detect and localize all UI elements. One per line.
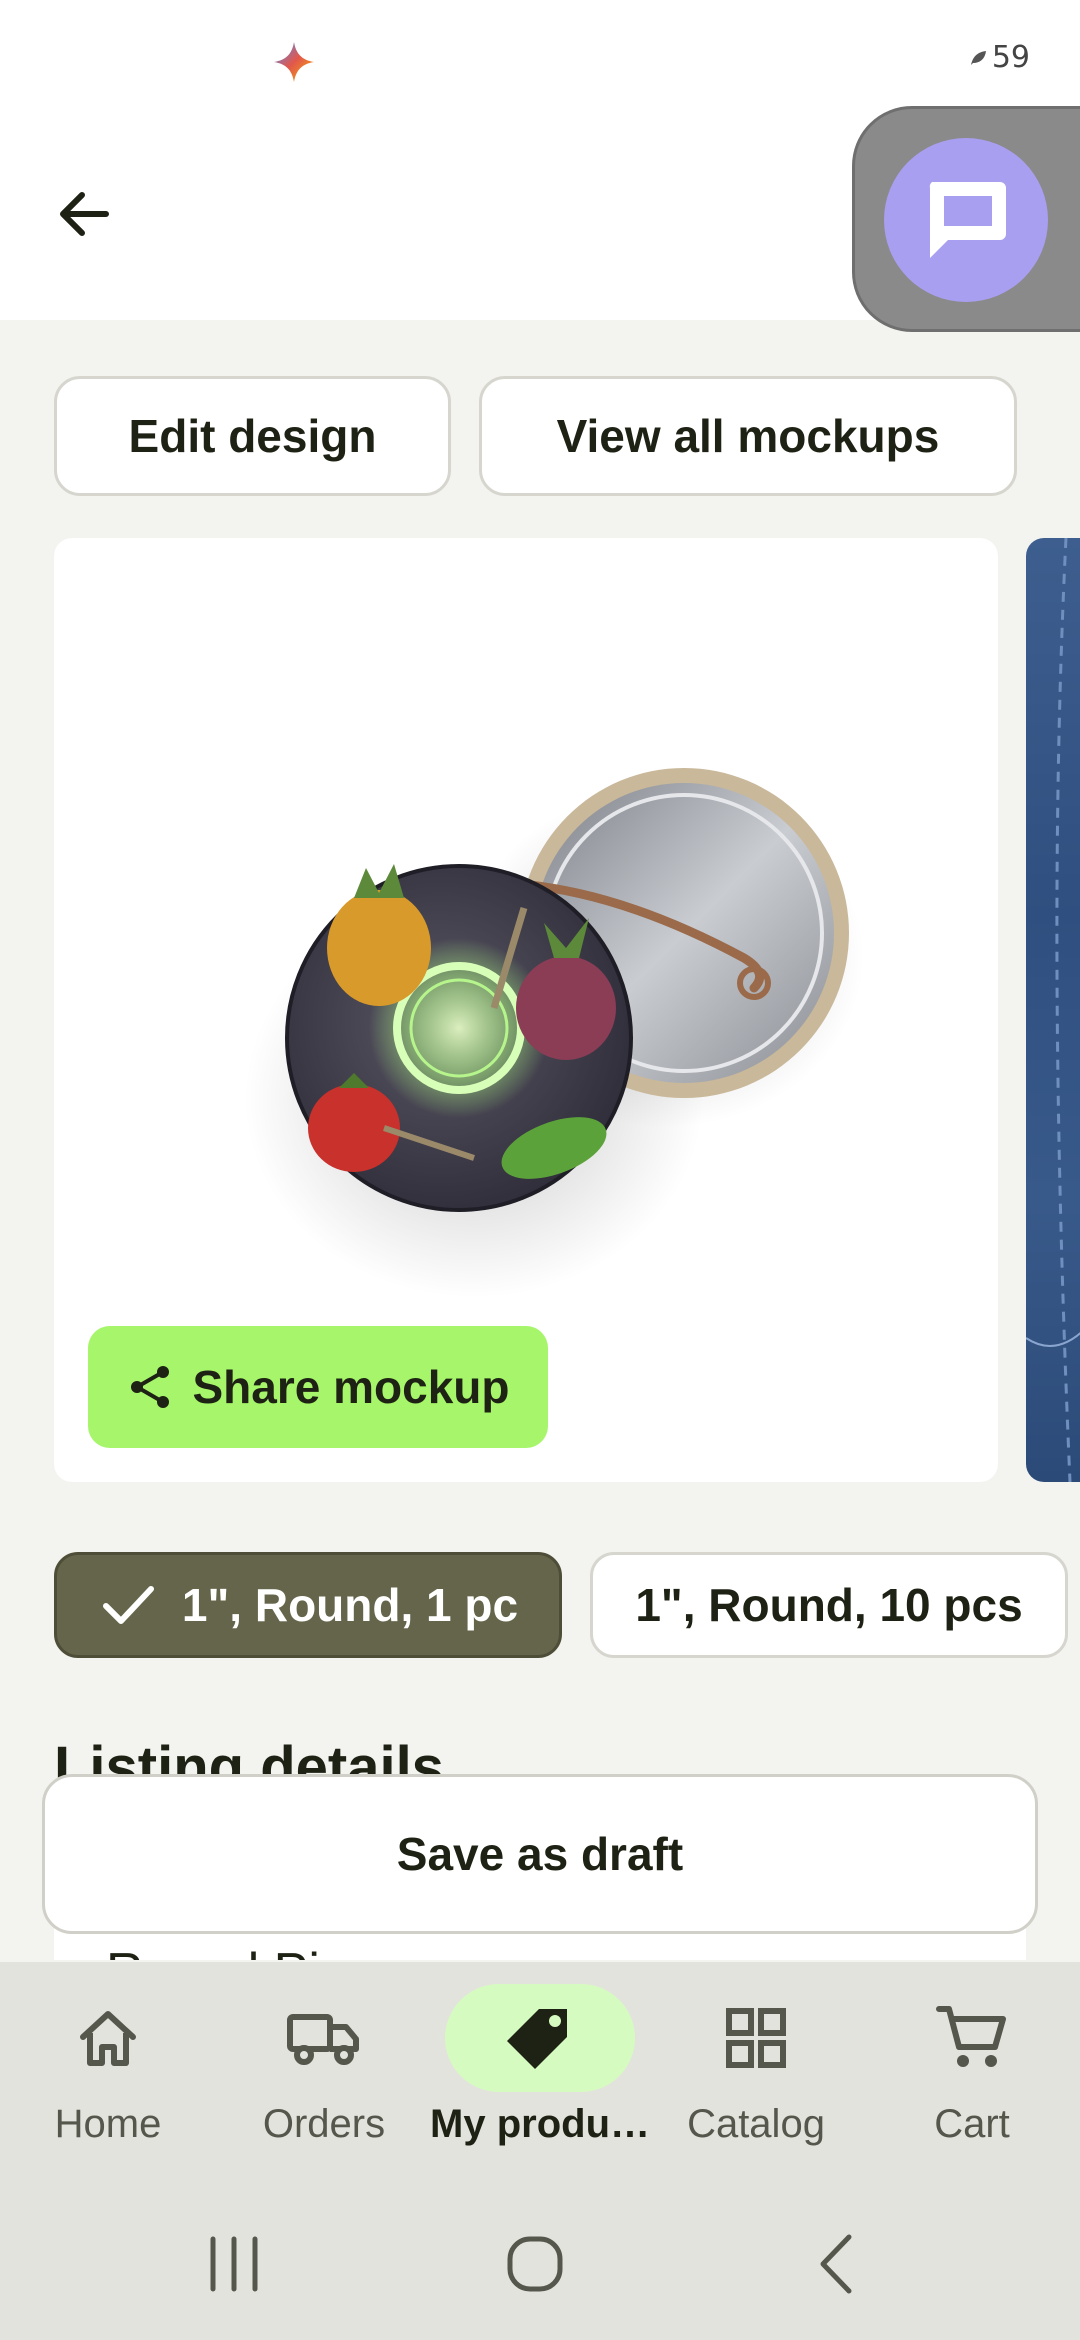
cart-icon — [936, 2006, 1006, 2067]
back-button[interactable] — [40, 170, 128, 258]
battery-level: 59 — [991, 40, 1030, 75]
home-circle-icon — [507, 2236, 563, 2292]
chevron-left-icon — [820, 2234, 852, 2294]
share-icon — [130, 1366, 169, 1408]
listing-field-value: Round Pin — [106, 1942, 349, 1960]
nav-label-cart: Cart — [934, 2102, 1010, 2146]
chat-button[interactable] — [884, 138, 1048, 302]
nav-item-home[interactable]: Home — [0, 1962, 216, 2190]
save-as-draft-button[interactable]: Save as draft — [42, 1774, 1038, 1934]
next-mockup-preview[interactable] — [1026, 538, 1080, 1482]
share-mockup-button[interactable]: Share mockup — [88, 1326, 548, 1448]
nav-label-my-products: My produ… — [430, 2102, 650, 2146]
sparkle-icon — [274, 42, 314, 82]
share-mockup-label: Share mockup — [192, 1361, 510, 1413]
variant-chip-10pcs[interactable]: 1", Round, 10 pcs — [590, 1552, 1068, 1658]
nav-label-catalog: Catalog — [687, 2102, 825, 2146]
recent-apps-icon — [210, 2236, 258, 2292]
tag-icon — [507, 2009, 567, 2069]
status-bar — [0, 0, 1080, 120]
home-system-button[interactable] — [475, 2222, 595, 2306]
system-back-button[interactable] — [778, 2222, 898, 2306]
variant-chip-label: 1", Round, 1 pc — [181, 1579, 519, 1631]
recent-apps-button[interactable] — [174, 2222, 294, 2306]
nav-label-home: Home — [54, 2102, 162, 2146]
checkmark-icon — [102, 1586, 154, 1624]
bottom-navigation: Home Orders My produ… Catalog Cart — [0, 1962, 1080, 2190]
home-icon — [80, 2011, 136, 2066]
listing-details-heading: Listing details — [54, 1735, 444, 1780]
nav-item-catalog[interactable]: Catalog — [648, 1962, 864, 2190]
chat-bubble-icon — [929, 182, 1006, 258]
nav-item-cart[interactable]: Cart — [864, 1962, 1080, 2190]
nav-label-orders: Orders — [262, 2102, 386, 2146]
grid-icon — [726, 2008, 786, 2068]
nav-item-my-products[interactable]: My produ… — [430, 1962, 650, 2190]
leaf-icon — [970, 50, 986, 65]
battery-indicator: 59 — [968, 40, 1030, 75]
arrow-left-icon — [60, 192, 109, 236]
nav-item-orders[interactable]: Orders — [216, 1962, 432, 2190]
denim-texture-image — [1026, 538, 1080, 1482]
edit-design-button[interactable]: Edit design — [54, 376, 451, 496]
view-all-mockups-button[interactable]: View all mockups — [479, 376, 1017, 496]
truck-icon — [287, 2014, 359, 2065]
variant-chip-1pc[interactable]: 1", Round, 1 pc — [54, 1552, 562, 1658]
